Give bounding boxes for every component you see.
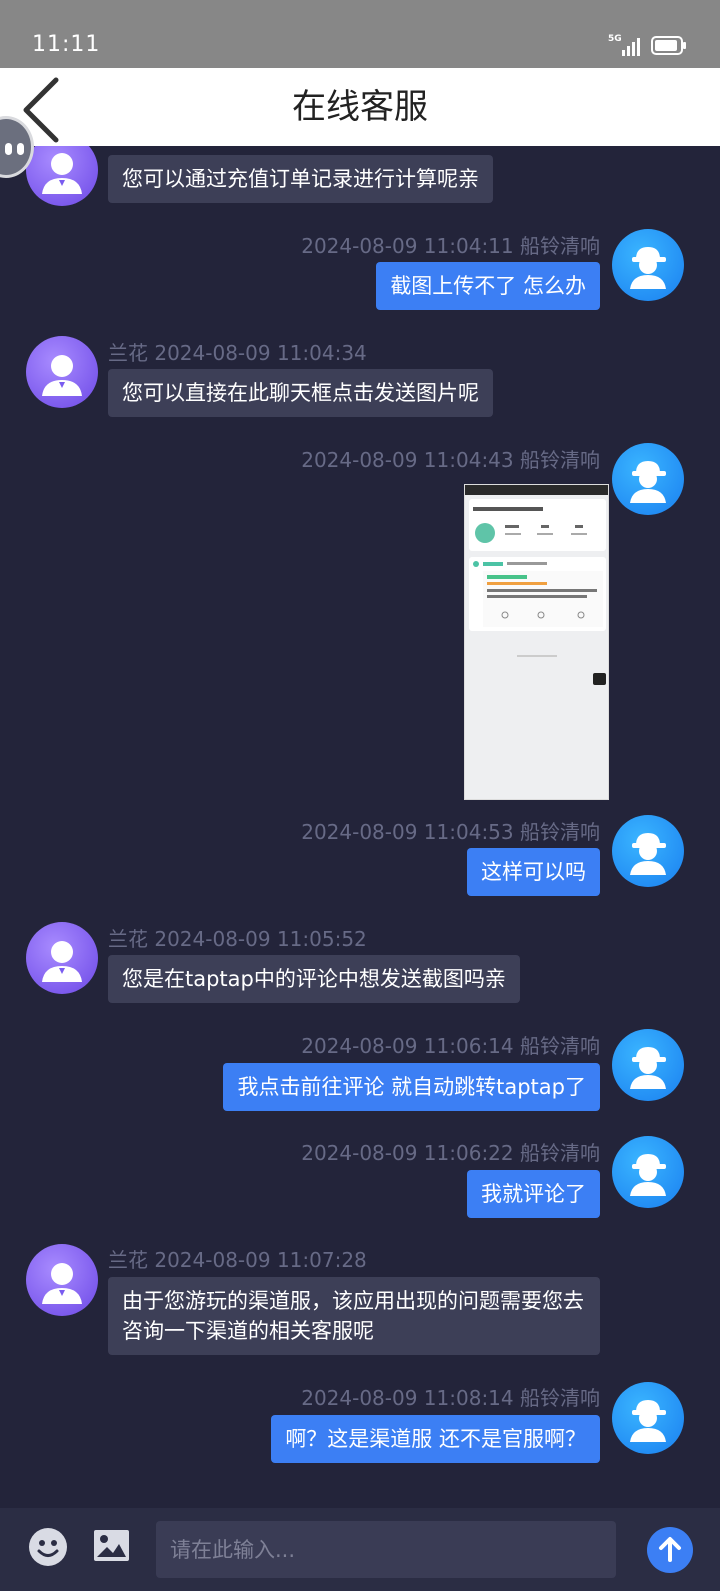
emoji-icon[interactable] (28, 1527, 68, 1567)
input-bar (0, 1508, 720, 1591)
user-message-bubble: 我就评论了 (467, 1170, 600, 1218)
message-meta: 2024-08-09 11:04:11 船铃清响 (301, 234, 600, 258)
signal-icon (622, 38, 640, 56)
screenshot-image[interactable] (464, 484, 609, 800)
user-avatar (612, 815, 684, 887)
message-meta: 兰花 2024-08-09 11:04:34 (108, 341, 367, 365)
chat-message-list[interactable]: 您可以通过充值订单记录进行计算呢亲 2024-08-09 11:04:11 船铃… (0, 146, 720, 1508)
message-meta: 兰花 2024-08-09 11:05:52 (108, 927, 367, 951)
message-meta: 2024-08-09 11:04:53 船铃清响 (301, 820, 600, 844)
status-time: 11:11 (32, 32, 101, 57)
user-message-bubble: 这样可以吗 (467, 848, 600, 896)
agent-message-bubble: 由于您游玩的渠道服，该应用出现的问题需要您去咨询一下渠道的相关客服呢 (108, 1277, 600, 1355)
title-bar: 在线客服 (0, 68, 720, 146)
battery-icon (651, 36, 686, 55)
message-meta: 2024-08-09 11:06:22 船铃清响 (301, 1141, 600, 1165)
user-avatar (612, 1382, 684, 1454)
user-message-bubble: 我点击前往评论 就自动跳转taptap了 (223, 1063, 600, 1111)
agent-message-bubble: 您可以直接在此聊天框点击发送图片呢 (108, 369, 493, 417)
user-message-bubble: 截图上传不了 怎么办 (376, 262, 600, 310)
user-avatar (612, 443, 684, 515)
message-input[interactable] (156, 1521, 616, 1578)
message-meta: 2024-08-09 11:04:43 船铃清响 (301, 448, 600, 472)
user-message-bubble: 啊？这是渠道服 还不是官服啊？ (271, 1415, 600, 1463)
image-icon[interactable] (93, 1529, 130, 1562)
assistant-eye-icon (5, 143, 12, 155)
status-bar: 11:11 5G (0, 0, 720, 68)
agent-avatar (26, 1244, 98, 1316)
page-title: 在线客服 (292, 87, 428, 127)
agent-message-bubble: 您是在taptap中的评论中想发送截图吗亲 (108, 955, 520, 1003)
arrow-up-icon (659, 1537, 681, 1562)
agent-avatar (26, 146, 98, 206)
network-type-icon: 5G (608, 34, 622, 44)
message-meta: 兰花 2024-08-09 11:07:28 (108, 1248, 367, 1272)
send-button[interactable] (647, 1527, 693, 1573)
user-avatar (612, 229, 684, 301)
agent-message-bubble: 您可以通过充值订单记录进行计算呢亲 (108, 155, 493, 203)
agent-avatar (26, 922, 98, 994)
message-meta: 2024-08-09 11:06:14 船铃清响 (301, 1034, 600, 1058)
user-avatar (612, 1136, 684, 1208)
agent-avatar (26, 336, 98, 408)
assistant-eye-icon (17, 143, 24, 155)
user-avatar (612, 1029, 684, 1101)
message-meta: 2024-08-09 11:08:14 船铃清响 (301, 1386, 600, 1410)
